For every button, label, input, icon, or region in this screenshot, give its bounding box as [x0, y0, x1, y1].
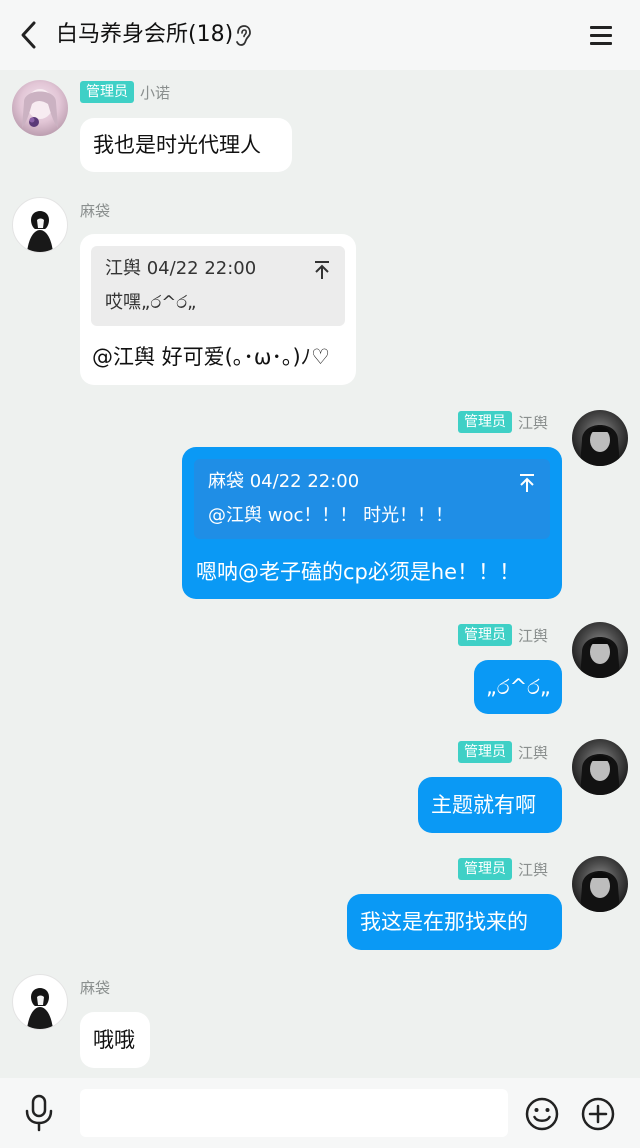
- sender-name: 小诺: [140, 83, 171, 102]
- message-bubble[interactable]: „ර^ර„: [474, 660, 562, 714]
- message-text: @江舆 好可爱(｡･ω･｡)ﾉ♡: [92, 345, 330, 369]
- sender-name: 麻袋: [80, 978, 111, 997]
- admin-badge: 管理员: [458, 624, 512, 646]
- hamburger-menu-icon: [590, 26, 612, 29]
- avatar-image: [580, 425, 620, 466]
- avatar[interactable]: [572, 410, 628, 466]
- message-sender: 管理员 江舆: [458, 410, 548, 434]
- message-sender: 管理员 江舆: [458, 623, 548, 647]
- admin-badge: 管理员: [458, 741, 512, 763]
- group-title[interactable]: 白马养身会所(18): [56, 20, 233, 50]
- emoji-button[interactable]: [524, 1096, 560, 1132]
- message-sender: 管理员 小诺: [80, 80, 170, 104]
- back-button[interactable]: [14, 18, 44, 52]
- message-text: 哦哦: [93, 1028, 135, 1052]
- message-sender: 管理员 江舆: [458, 857, 548, 881]
- admin-badge: 管理员: [458, 858, 512, 880]
- message-sender: 管理员 江舆: [458, 740, 548, 764]
- message-bubble[interactable]: 哦哦: [80, 1012, 150, 1068]
- avatar[interactable]: [12, 80, 68, 136]
- message-input[interactable]: [80, 1089, 508, 1137]
- avatar-image: [27, 211, 53, 252]
- message-bubble[interactable]: 江舆 04/22 22:00 哎嘿„ර^ර„ @江舆 好可爱(｡･ω･｡)ﾉ♡: [80, 234, 356, 385]
- message-list[interactable]: 管理员 小诺 我也是时光代理人 麻袋 江舆 04/22 22:00 哎嘿„ර^ර…: [0, 70, 640, 1078]
- smiley-icon: [525, 1097, 559, 1131]
- microphone-icon: [25, 1094, 53, 1132]
- message-text: „ර^ර„: [486, 675, 551, 699]
- avatar-image: [27, 988, 53, 1029]
- plus-circle-icon: [581, 1097, 615, 1131]
- quote-header: 麻袋 04/22 22:00: [208, 471, 360, 492]
- quote-body: 哎嘿„ර^ර„: [105, 292, 197, 313]
- input-bar: [0, 1078, 640, 1148]
- message-bubble[interactable]: 主题就有啊: [418, 777, 562, 833]
- sender-name: 江舆: [518, 413, 549, 432]
- more-button[interactable]: [580, 1096, 616, 1132]
- sender-name: 江舆: [518, 743, 549, 762]
- admin-badge: 管理员: [80, 81, 134, 103]
- quote-header: 江舆 04/22 22:00: [105, 258, 257, 279]
- sender-name: 江舆: [518, 860, 549, 879]
- avatar-image: [22, 89, 58, 128]
- message-bubble[interactable]: 我这是在那找来的: [347, 894, 562, 950]
- avatar-image: [580, 754, 620, 795]
- chevron-left-icon: [21, 21, 36, 49]
- pin-to-top-icon[interactable]: [313, 260, 331, 280]
- message-text: 嗯呐@老子磕的cp必须是he！！！: [196, 560, 521, 584]
- chat-header: 白马养身会所(18): [0, 0, 640, 70]
- avatar[interactable]: [572, 622, 628, 678]
- quoted-message[interactable]: 江舆 04/22 22:00 哎嘿„ර^ර„: [91, 246, 345, 326]
- message-text: 我这是在那找来的: [360, 910, 528, 934]
- sender-name: 麻袋: [80, 201, 111, 220]
- quoted-message[interactable]: 麻袋 04/22 22:00 @江舆 woc！！！ 时光！！！: [194, 459, 550, 539]
- hamburger-menu-icon-line: [590, 34, 612, 37]
- message-text: 我也是时光代理人: [93, 133, 261, 157]
- admin-badge: 管理员: [458, 411, 512, 433]
- avatar[interactable]: [12, 197, 68, 253]
- message-sender: 麻袋: [80, 198, 110, 222]
- avatar-image: [580, 871, 620, 912]
- hamburger-menu-icon-line: [590, 42, 612, 45]
- avatar[interactable]: [572, 739, 628, 795]
- message-bubble[interactable]: 我也是时光代理人: [80, 118, 292, 172]
- menu-button[interactable]: [586, 20, 618, 50]
- message-bubble[interactable]: 麻袋 04/22 22:00 @江舆 woc！！！ 时光！！！ 嗯呐@老子磕的c…: [182, 447, 562, 599]
- avatar-image: [580, 637, 620, 678]
- pin-to-top-icon[interactable]: [518, 473, 536, 493]
- voice-button[interactable]: [22, 1094, 56, 1132]
- avatar[interactable]: [572, 856, 628, 912]
- quote-body: @江舆 woc！！！ 时光！！！: [208, 505, 454, 526]
- message-sender: 麻袋: [80, 975, 110, 999]
- sender-name: 江舆: [518, 626, 549, 645]
- message-text: 主题就有啊: [431, 793, 536, 817]
- ear-icon[interactable]: [234, 24, 252, 48]
- avatar[interactable]: [12, 974, 68, 1030]
